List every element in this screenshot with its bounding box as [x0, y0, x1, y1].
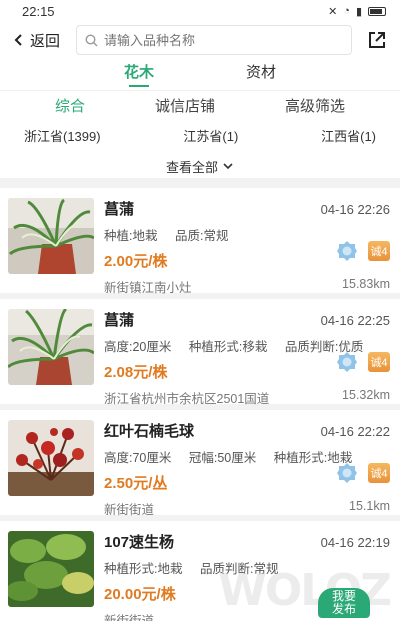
item-title: 菖蒲: [104, 201, 135, 218]
trust-badge: 诚4: [368, 352, 390, 372]
item-time: 04-16 22:26: [320, 202, 390, 217]
item-distance: 15.1km: [349, 499, 390, 513]
category-tabs: 花木 资材: [0, 58, 400, 90]
item-title: 红叶石楠毛球: [104, 423, 195, 440]
item-title: 菖蒲: [104, 312, 135, 329]
tab-huamu[interactable]: 花木: [124, 58, 154, 90]
list-item[interactable]: 菖蒲 04-16 22:25 高度:20厘米 种植形式:移栽 品质判断:优质 2…: [0, 299, 400, 406]
listing-list: 菖蒲 04-16 22:26 种植:地栽 品质:常规 2.00元/株 新街镇江南…: [0, 188, 400, 621]
item-attr: 种植形式:地栽: [104, 562, 183, 576]
item-distance: 15.32km: [342, 388, 390, 402]
item-attr: 冠幅:50厘米: [188, 451, 257, 465]
search-icon: [85, 33, 98, 46]
list-item[interactable]: 菖蒲 04-16 22:26 种植:地栽 品质:常规 2.00元/株 新街镇江南…: [0, 188, 400, 295]
tab-zicai[interactable]: 资材: [246, 58, 276, 90]
item-attr: 高度:20厘米: [104, 340, 172, 354]
item-time: 04-16 22:19: [320, 535, 390, 550]
certified-icon: [337, 241, 357, 261]
publish-label-2: 发布: [331, 602, 356, 616]
tab-advanced-filter[interactable]: 高级筛选: [285, 95, 345, 116]
list-item[interactable]: 红叶石楠毛球 04-16 22:22 高度:70厘米 冠幅:50厘米 种植形式:…: [0, 410, 400, 517]
province-zhejiang[interactable]: 浙江省(1399): [24, 126, 101, 145]
chevron-down-icon: [223, 163, 233, 170]
search-input[interactable]: [104, 32, 343, 48]
signal-icon: ▮: [355, 5, 362, 18]
item-attr: 高度:70厘米: [104, 451, 172, 465]
back-label: 返回: [30, 32, 61, 50]
share-button[interactable]: [366, 29, 388, 51]
item-attr: 品质:常规: [174, 229, 229, 243]
item-time: 04-16 22:25: [320, 313, 390, 328]
province-jiangxi[interactable]: 江西省(1): [321, 126, 376, 145]
item-location: 新街镇江南小灶: [104, 281, 192, 295]
item-location: 新街街道: [104, 614, 155, 621]
publish-button[interactable]: 我要 发布: [318, 588, 370, 618]
item-title: 107速生杨: [104, 534, 175, 551]
tab-trusted-shops[interactable]: 诚信店铺: [155, 95, 215, 116]
wifi-icon: ◔: [343, 5, 350, 17]
status-icons: ✕ ◔ ▮: [328, 5, 386, 18]
item-location: 浙江省杭州市余杭区2501国道: [104, 392, 270, 406]
product-image: [8, 198, 94, 274]
view-all-button[interactable]: 查看全部: [0, 150, 400, 178]
chevron-left-icon: [14, 34, 22, 46]
product-image: [8, 309, 94, 385]
trust-badge: 诚4: [368, 463, 390, 483]
back-button[interactable]: 返回: [12, 30, 76, 51]
province-filter: 浙江省(1399) 江苏省(1) 江西省(1): [0, 120, 400, 150]
sort-tabs: 综合 诚信店铺 高级筛选: [0, 90, 400, 120]
mute-icon: ✕: [328, 5, 338, 18]
view-all-label: 查看全部: [165, 159, 218, 175]
item-attr: 种植:地栽: [104, 229, 158, 243]
status-time: 22:15: [22, 3, 55, 19]
certified-icon: [337, 352, 357, 372]
search-box[interactable]: [76, 25, 352, 55]
tab-comprehensive[interactable]: 综合: [55, 95, 85, 116]
certified-icon: [337, 463, 357, 483]
item-distance: 15.83km: [342, 277, 390, 291]
battery-icon: [368, 6, 386, 16]
province-jiangsu[interactable]: 江苏省(1): [183, 126, 238, 145]
header: 返回: [0, 22, 400, 58]
share-icon: [369, 32, 385, 48]
item-attr: 种植形式:移栽: [188, 340, 268, 354]
trust-badge: 诚4: [368, 241, 390, 261]
status-bar: 22:15 ✕ ◔ ▮: [0, 0, 400, 22]
product-image: [8, 531, 94, 607]
product-image: [8, 420, 94, 496]
item-location: 新街街道: [104, 503, 155, 517]
item-time: 04-16 22:22: [320, 424, 390, 439]
